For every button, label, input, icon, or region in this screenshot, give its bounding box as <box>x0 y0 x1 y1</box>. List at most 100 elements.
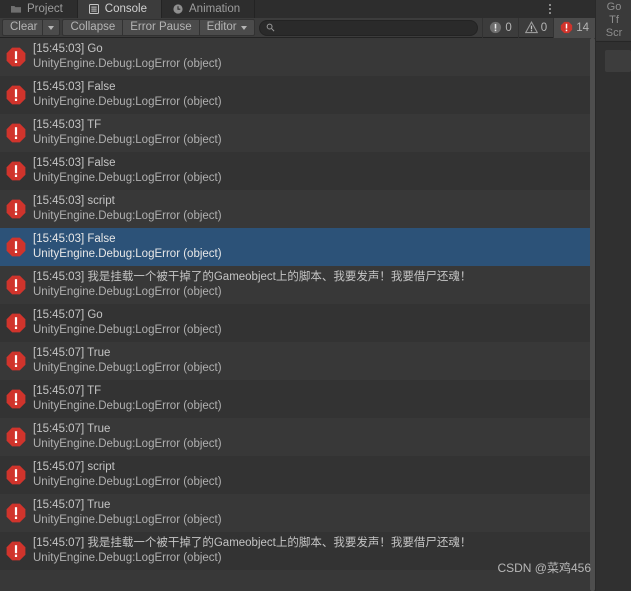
right-panel-header: Go Tf Scr <box>596 0 631 40</box>
error-icon <box>6 161 26 181</box>
log-entry-message: [15:45:03] Go <box>33 43 103 55</box>
log-entry-stack: UnityEngine.Debug:LogError (object) <box>33 248 222 260</box>
log-entry-stack: UnityEngine.Debug:LogError (object) <box>33 134 222 146</box>
log-entry-message: [15:45:07] True <box>33 499 111 511</box>
error-icon <box>6 47 26 67</box>
right-panel-chip[interactable] <box>605 50 631 72</box>
warning-icon <box>524 21 538 34</box>
error-icon <box>6 199 26 219</box>
log-entry-row[interactable]: [15:45:07] True UnityEngine.Debug:LogErro… <box>0 342 590 380</box>
log-entry-stack: UnityEngine.Debug:LogError (object) <box>33 514 222 526</box>
clock-icon <box>173 4 183 14</box>
kebab-dot <box>549 4 551 6</box>
tab-bar: Project Console Animation <box>0 0 595 18</box>
log-entry-message: [15:45:03] script <box>33 195 115 207</box>
log-entry-text: [15:45:03] Go UnityEngine.Debug:LogError … <box>33 42 222 72</box>
filter-button-group: Collapse Error Pause Editor <box>62 19 255 36</box>
collapse-button[interactable]: Collapse <box>62 19 123 36</box>
log-entry-stack: UnityEngine.Debug:LogError (object) <box>33 362 222 374</box>
info-counter[interactable]: 0 <box>482 17 517 38</box>
log-entry-text: [15:45:03] False UnityEngine.Debug:LogErr… <box>33 232 222 262</box>
error-icon <box>6 503 26 523</box>
info-icon <box>490 21 502 34</box>
search-input[interactable] <box>278 21 472 34</box>
log-entry-message: [15:45:07] True <box>33 347 111 359</box>
log-entry-message: [15:45:07] True <box>33 423 111 435</box>
error-icon <box>6 465 26 485</box>
right-panel-line-2: Tf <box>609 14 619 26</box>
right-side-panel: Go Tf Scr <box>595 0 631 591</box>
tab-project[interactable]: Project <box>0 0 78 18</box>
error-counter[interactable]: 14 <box>553 17 595 38</box>
right-panel-line-3: Scr <box>605 27 623 39</box>
kebab-dot <box>549 12 551 14</box>
tab-project-label: Project <box>27 3 63 15</box>
log-entry-text: [15:45:07] True UnityEngine.Debug:LogErro… <box>33 346 222 376</box>
log-entry-row[interactable]: [15:45:03] False UnityEngine.Debug:LogErr… <box>0 228 590 266</box>
error-count: 14 <box>576 21 589 34</box>
log-entry-text: [15:45:03] TF UnityEngine.Debug:LogError … <box>33 118 222 148</box>
tab-console[interactable]: Console <box>77 0 162 18</box>
log-entry-row[interactable]: [15:45:03] False UnityEngine.Debug:LogErr… <box>0 152 590 190</box>
search-icon <box>266 23 275 32</box>
collapse-button-label: Collapse <box>70 21 116 33</box>
log-entry-message: [15:45:03] 我是挂载一个被干掉了的Gameobject上的脚本、我要发… <box>33 271 472 283</box>
error-icon <box>6 275 26 295</box>
log-entry-row[interactable]: [15:45:03] TF UnityEngine.Debug:LogError … <box>0 114 590 152</box>
log-entry-row[interactable]: [15:45:07] Go UnityEngine.Debug:LogError … <box>0 304 590 342</box>
log-entry-text: [15:45:07] True UnityEngine.Debug:LogErro… <box>33 422 222 452</box>
log-entry-message: [15:45:03] False <box>33 157 116 169</box>
log-entry-stack: UnityEngine.Debug:LogError (object) <box>33 96 222 108</box>
clear-button[interactable]: Clear <box>2 19 43 36</box>
warning-counter[interactable]: 0 <box>517 17 553 38</box>
log-entry-row[interactable]: [15:45:03] Go UnityEngine.Debug:LogError … <box>0 38 590 76</box>
log-entry-text: [15:45:03] script UnityEngine.Debug:LogEr… <box>33 194 222 224</box>
chevron-down-icon <box>240 25 247 30</box>
search-field[interactable] <box>258 19 479 36</box>
console-log-list[interactable]: [15:45:03] Go UnityEngine.Debug:LogError … <box>0 38 590 591</box>
error-icon <box>6 123 26 143</box>
clear-dropdown-button[interactable] <box>42 19 61 36</box>
log-entry-row[interactable]: [15:45:03] False UnityEngine.Debug:LogErr… <box>0 76 590 114</box>
log-entry-row[interactable]: [15:45:03] 我是挂载一个被干掉了的Gameobject上的脚本、我要发… <box>0 266 590 304</box>
message-counters: 0 0 14 <box>482 17 595 38</box>
log-entry-row[interactable]: [15:45:07] 我是挂载一个被干掉了的Gameobject上的脚本、我要发… <box>0 532 590 570</box>
log-entry-message: [15:45:07] TF <box>33 385 102 397</box>
error-icon <box>6 313 26 333</box>
unity-console-window: Project Console Animation Clear Collapse… <box>0 0 631 591</box>
log-entry-stack: UnityEngine.Debug:LogError (object) <box>33 552 222 564</box>
log-entry-text: [15:45:03] False UnityEngine.Debug:LogErr… <box>33 156 222 186</box>
log-entry-message: [15:45:07] Go <box>33 309 103 321</box>
list-icon <box>88 4 99 14</box>
editor-dropdown-button[interactable]: Editor <box>198 19 255 36</box>
log-entry-text: [15:45:07] True UnityEngine.Debug:LogErro… <box>33 498 222 528</box>
log-entry-row[interactable]: [15:45:07] True UnityEngine.Debug:LogErro… <box>0 418 590 456</box>
error-icon <box>561 21 573 34</box>
error-pause-button[interactable]: Error Pause <box>122 19 199 36</box>
tab-animation[interactable]: Animation <box>162 0 256 18</box>
log-entry-text: [15:45:07] 我是挂载一个被干掉了的Gameobject上的脚本、我要发… <box>33 536 471 566</box>
tab-console-label: Console <box>104 3 147 15</box>
log-entry-text: [15:45:07] script UnityEngine.Debug:LogEr… <box>33 460 222 490</box>
log-entry-stack: UnityEngine.Debug:LogError (object) <box>33 58 222 70</box>
chevron-down-icon <box>48 25 55 30</box>
kebab-menu-icon[interactable] <box>541 0 559 18</box>
log-entry-stack: UnityEngine.Debug:LogError (object) <box>33 438 222 450</box>
folder-icon <box>11 6 21 13</box>
log-entry-message: [15:45:07] script <box>33 461 115 473</box>
log-entry-row[interactable]: [15:45:07] TF UnityEngine.Debug:LogError … <box>0 380 590 418</box>
log-entry-row[interactable]: [15:45:07] True UnityEngine.Debug:LogErro… <box>0 494 590 532</box>
log-entry-stack: UnityEngine.Debug:LogError (object) <box>33 172 222 184</box>
error-icon <box>6 85 26 105</box>
log-entry-stack: UnityEngine.Debug:LogError (object) <box>33 400 222 412</box>
warning-count: 0 <box>540 21 548 34</box>
clear-button-label: Clear <box>10 21 38 33</box>
error-icon <box>6 541 26 561</box>
log-entry-row[interactable]: [15:45:07] script UnityEngine.Debug:LogEr… <box>0 456 590 494</box>
tab-animation-label: Animation <box>189 3 241 15</box>
error-pause-button-label: Error Pause <box>130 21 192 33</box>
error-icon <box>6 237 26 257</box>
error-icon <box>6 389 26 409</box>
log-entry-message: [15:45:03] False <box>33 81 116 93</box>
log-entry-row[interactable]: [15:45:03] script UnityEngine.Debug:LogEr… <box>0 190 590 228</box>
